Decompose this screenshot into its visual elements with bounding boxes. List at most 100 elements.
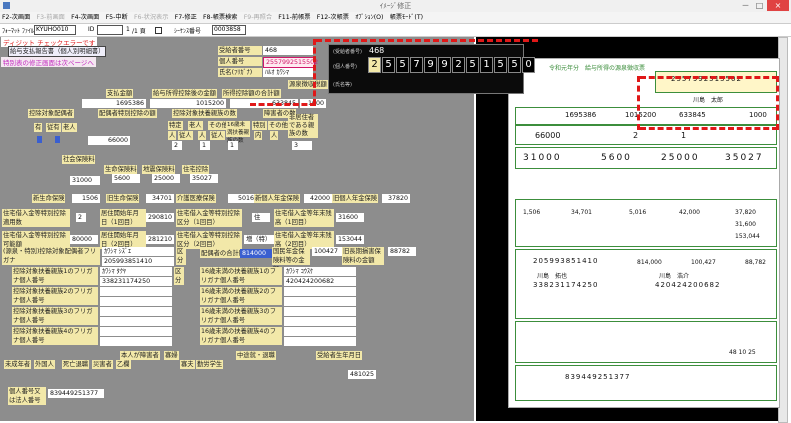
under16-4-furigana-input[interactable] <box>284 327 356 336</box>
after-deduction-label: 給与所得控除後の金額 <box>152 89 217 98</box>
dependent4-furigana-input[interactable] <box>100 327 172 336</box>
old-life-input[interactable]: 34701 <box>146 194 174 203</box>
dependents-other-input[interactable]: 1 <box>200 141 210 150</box>
doc-block-5: 37,820 <box>735 209 756 216</box>
disabled-self-label: 本人が障害者 <box>120 351 160 360</box>
popup-digit-8: 1 <box>480 57 493 73</box>
under16-4-number-input[interactable] <box>284 337 356 346</box>
menu-f7[interactable]: F7-修正 <box>175 14 197 21</box>
move-in-date2-input[interactable]: 281210 <box>146 235 174 244</box>
housing-deduction-input[interactable]: 35027 <box>190 174 218 183</box>
dependent2-furigana-input[interactable] <box>100 287 172 296</box>
spouse-flag[interactable] <box>37 136 42 143</box>
student-label: 勤労学生 <box>196 360 224 369</box>
year-end-balance1-input[interactable]: 31600 <box>336 213 364 222</box>
doc-row3-1: 31000 <box>523 153 562 163</box>
move-in-date1-input[interactable]: 290810 <box>146 213 174 222</box>
spouse-special-input[interactable]: 66000 <box>88 136 130 145</box>
under16-2-furigana-input[interactable] <box>284 287 356 296</box>
new-pension-label: 新個人年金保険 <box>254 194 301 203</box>
dependent1-furigana-input[interactable]: ｶﾜｼﾏ ﾀｸﾔ <box>100 267 172 276</box>
format-input[interactable]: KYUHO010 <box>34 25 76 35</box>
menu-f4[interactable]: F4-次画面 <box>71 14 99 21</box>
under16-3-label: 16歳未満の扶養親族3のフリガナ個人番号 <box>200 307 282 325</box>
spouse-deduction-label: 控除対象配偶者 <box>28 109 75 118</box>
close-icon[interactable]: × <box>767 0 789 11</box>
housing-count-input[interactable]: 2 <box>76 213 86 222</box>
under16-1-furigana-input[interactable]: ｶﾜｼﾏ ｺｳｽｹ <box>284 267 356 276</box>
menu-f8[interactable]: F8-帳票検索 <box>203 14 237 21</box>
doc-spouse-digits: 205993851410 <box>533 257 599 265</box>
sub2-4: 内 <box>254 131 263 140</box>
care-medical-input[interactable]: 5016 <box>228 194 256 203</box>
menu-f2[interactable]: F2-次画面 <box>2 14 30 21</box>
menu-f9[interactable]: F9-再照合 <box>244 14 272 21</box>
under16-2-number-input[interactable] <box>284 297 356 306</box>
sub-nonresident: 非居住者である親族の数 <box>288 114 318 138</box>
doc-name: 川島 太郎 <box>693 97 724 104</box>
page-checkbox[interactable] <box>155 27 162 34</box>
id-input[interactable] <box>97 25 123 35</box>
dependent3-furigana-input[interactable] <box>100 307 172 316</box>
nonresident-input[interactable]: 3 <box>292 141 312 150</box>
dependents-tokutei-input[interactable]: 2 <box>172 141 182 150</box>
menu-f11[interactable]: F11-前帳票 <box>278 14 310 21</box>
spouse-furigana-label: (源泉・特別)控除対象配偶者フリガナ <box>2 247 100 265</box>
menu-f6[interactable]: F6-状況表示 <box>134 14 168 21</box>
form-title: 給与支払報告書（個人別明細書） <box>8 46 107 57</box>
menu-f5[interactable]: F5-中断 <box>106 14 128 21</box>
birthdate-input[interactable]: 481025 <box>348 370 376 379</box>
dependent2-number-input[interactable] <box>100 297 172 306</box>
sub-under16: 16歳未満扶養親族の数 <box>226 121 250 144</box>
under16-3-furigana-input[interactable] <box>284 307 356 316</box>
spouse-furigana-input[interactable]: ｶﾜｼﾏ ｼｽﾞｴ <box>102 247 174 256</box>
housing-kubun1-input[interactable]: 住 <box>252 213 270 222</box>
new-pension-input[interactable]: 42000 <box>304 194 332 203</box>
old-pension-input[interactable]: 37820 <box>382 194 410 203</box>
withholding-tax-label: 源泉徴収税額 <box>288 80 328 89</box>
spouse-flag-2[interactable] <box>55 136 60 143</box>
dependent2-label: 控除対象扶養親族2のフリガナ個人番号 <box>12 287 98 305</box>
receipt-number-input[interactable]: 468 <box>263 46 313 55</box>
maximize-icon[interactable]: □ <box>753 0 766 11</box>
nenkin-input[interactable]: 100427 <box>312 247 342 256</box>
life-insurance-input[interactable]: 5600 <box>112 174 140 183</box>
menu-form-mode[interactable]: 帳票ﾓｰﾄﾞ(T) <box>390 14 423 21</box>
otsu-label: 乙欄 <box>116 360 131 369</box>
menu-f3[interactable]: F3-前画面 <box>37 14 65 21</box>
dependent4-number-input[interactable] <box>100 337 172 346</box>
window-title: ｲﾒｰｼﾞ修正 <box>379 2 412 10</box>
menu-f12[interactable]: F12-次帳票 <box>317 14 349 21</box>
disaster-label: 災害者 <box>92 360 113 369</box>
year-end-balance2-input[interactable]: 153044 <box>336 235 364 244</box>
doc-title: 令和元年分 給与所得の源泉徴収票 <box>549 65 646 72</box>
housing-possible-input[interactable]: 80000 <box>70 235 98 244</box>
new-life-input[interactable]: 1506 <box>72 194 100 203</box>
under16-1-number-input[interactable]: 420424200682 <box>284 277 356 286</box>
kyu-input[interactable]: 88782 <box>388 247 416 256</box>
dependent3-number-input[interactable] <box>100 317 172 326</box>
dependent1-number-input[interactable]: 338231174250 <box>100 277 172 286</box>
spouse-income-input[interactable]: 814000 <box>240 249 272 258</box>
under16-input[interactable]: 1 <box>228 141 238 150</box>
earthquake-insurance-label: 地震保険料 <box>142 165 176 174</box>
foreigner-label: 外国人 <box>34 360 55 369</box>
personal-number-input[interactable]: 2557992515502 <box>263 57 318 68</box>
name-input[interactable]: ﾊﾙｵ ｶﾜｼﾏ <box>263 68 313 77</box>
earthquake-insurance-input[interactable]: 25000 <box>152 174 180 183</box>
sequence-input[interactable]: 0003858 <box>212 25 246 35</box>
housing-kubun2-input[interactable]: 増（特） <box>244 235 274 244</box>
payment-amount-input[interactable]: 1695386 <box>82 99 146 108</box>
minimize-icon[interactable]: － <box>739 0 752 11</box>
popup-digit-9: 5 <box>494 57 507 73</box>
after-deduction-input[interactable]: 1015200 <box>150 99 226 108</box>
spouse-number-input[interactable]: 205993851410 <box>102 257 174 266</box>
menu-options[interactable]: ｵﾌﾟｼｮﾝ(O) <box>355 14 383 21</box>
under16-3-number-input[interactable] <box>284 317 356 326</box>
payer-number-input[interactable]: 839449251377 <box>48 389 104 398</box>
doc-payer-block <box>515 365 777 401</box>
popup-digit-6: 2 <box>452 57 465 73</box>
old-life-label: 旧生命保険 <box>106 194 140 203</box>
social-insurance-input[interactable]: 31000 <box>70 176 100 185</box>
life-insurance-label: 生命保険料 <box>104 165 138 174</box>
